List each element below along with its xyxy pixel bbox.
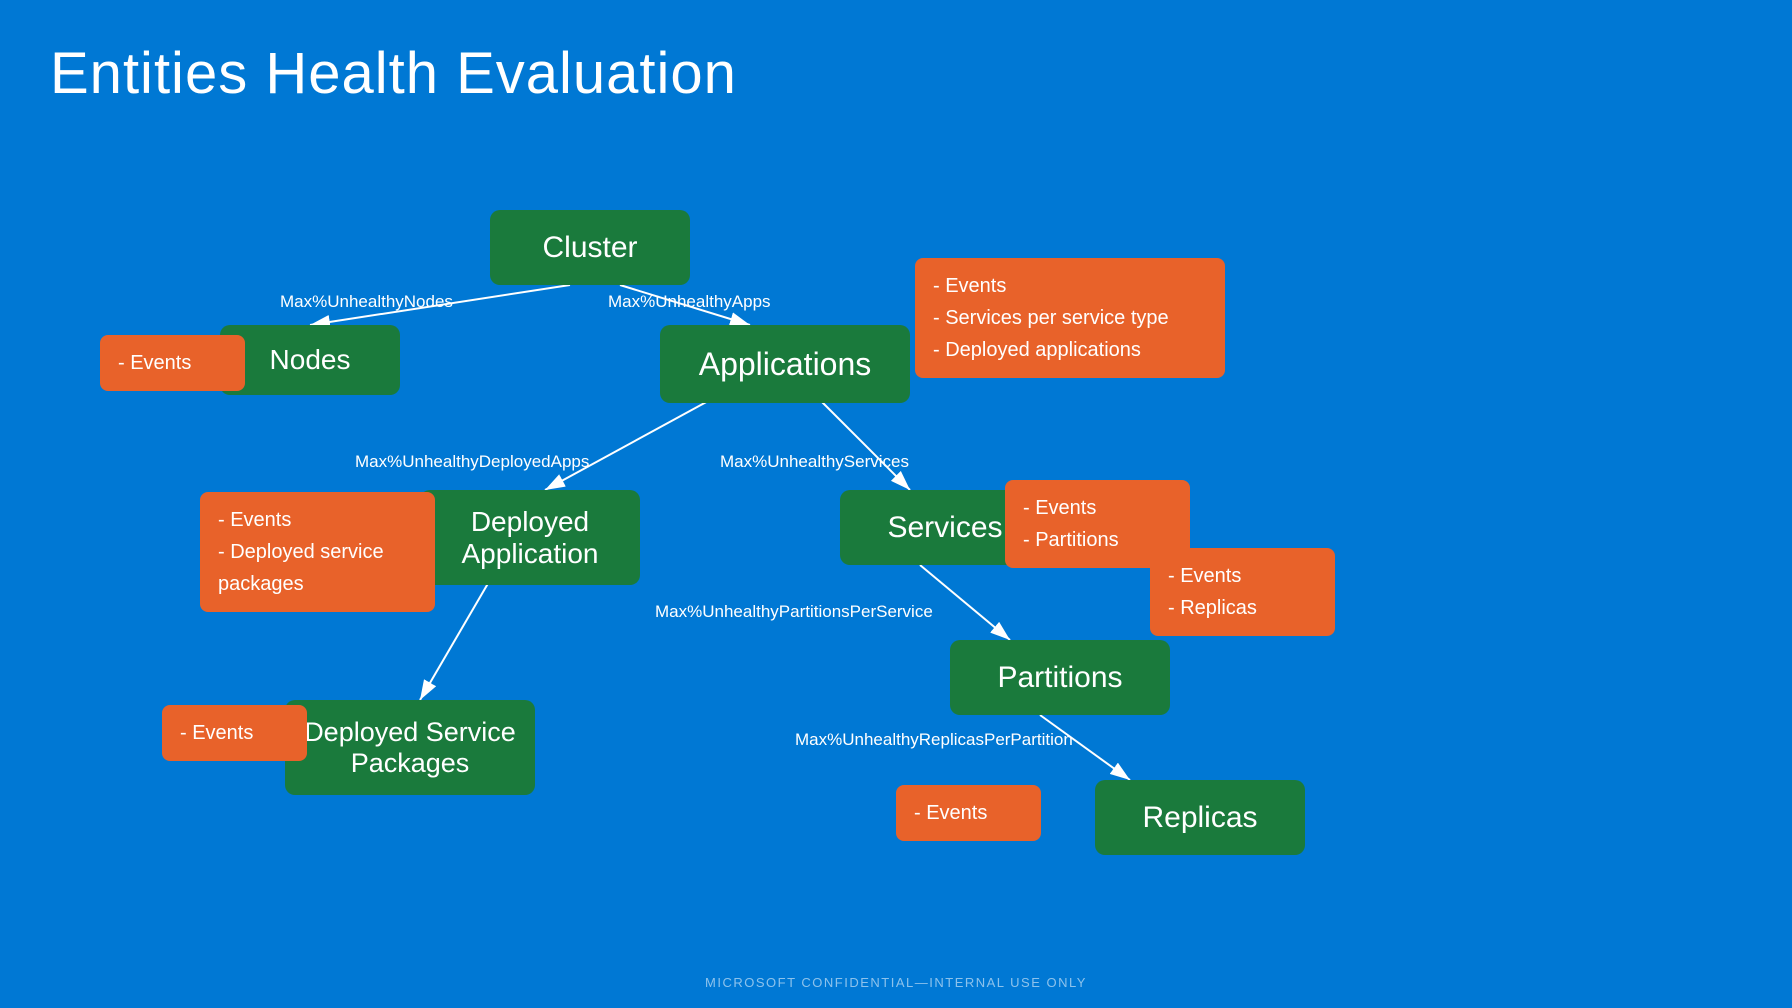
deployed-app-svc-packages-item: Deployed service packages [218,536,417,600]
deployed-svc-pkg-events-box: Events [162,705,307,761]
replicas-events-box: Events [896,785,1041,841]
max-unhealthy-partitions-label: Max%UnhealthyPartitionsPerService [655,602,933,622]
cluster-box: Cluster [490,210,690,285]
replicas-box: Replicas [1095,780,1305,855]
footer-text: MICROSOFT CONFIDENTIAL—INTERNAL USE ONLY [705,975,1087,990]
nodes-label: Nodes [270,344,351,376]
applications-box: Applications [660,325,910,403]
deployed-service-packages-label: Deployed Service Packages [304,717,516,779]
services-partitions-item: Partitions [1023,524,1172,556]
app-policy-services: Services per service type [933,302,1207,334]
deployed-application-box: Deployed Application [420,490,640,585]
page-title: Entities Health Evaluation [50,40,737,107]
app-policy-events: Events [933,270,1207,302]
max-unhealthy-deployed-apps-label: Max%UnhealthyDeployedApps [355,452,589,472]
replicas-label: Replicas [1142,801,1257,835]
nodes-events-item: Events [118,347,227,379]
replicas-events-item: Events [914,797,1023,829]
cluster-label: Cluster [542,231,637,265]
deployed-service-packages-box: Deployed Service Packages [285,700,535,795]
partitions-events-box: Events Replicas [1150,548,1335,636]
nodes-box: Nodes [220,325,400,395]
services-label: Services [887,511,1002,545]
app-health-policies-box: Events Services per service type Deploye… [915,258,1225,378]
max-unhealthy-replicas-label: Max%UnhealthyReplicasPerPartition [795,730,1073,750]
deployed-app-events-box: Events Deployed service packages [200,492,435,612]
partitions-label: Partitions [997,661,1122,695]
deployed-svc-pkg-events-item: Events [180,717,289,749]
max-unhealthy-apps-label: Max%UnhealthyApps [608,292,771,312]
deployed-app-events-item: Events [218,504,417,536]
partitions-box: Partitions [950,640,1170,715]
services-events-item: Events [1023,492,1172,524]
deployed-application-label: Deployed Application [462,506,599,570]
max-unhealthy-services-label: Max%UnhealthyServices [720,452,909,472]
partitions-replicas-item: Replicas [1168,592,1317,624]
applications-label: Applications [699,346,872,383]
max-unhealthy-nodes-label: Max%UnhealthyNodes [280,292,453,312]
nodes-events-box: Events [100,335,245,391]
app-policy-deployed: Deployed applications [933,334,1207,366]
partitions-events-item: Events [1168,560,1317,592]
